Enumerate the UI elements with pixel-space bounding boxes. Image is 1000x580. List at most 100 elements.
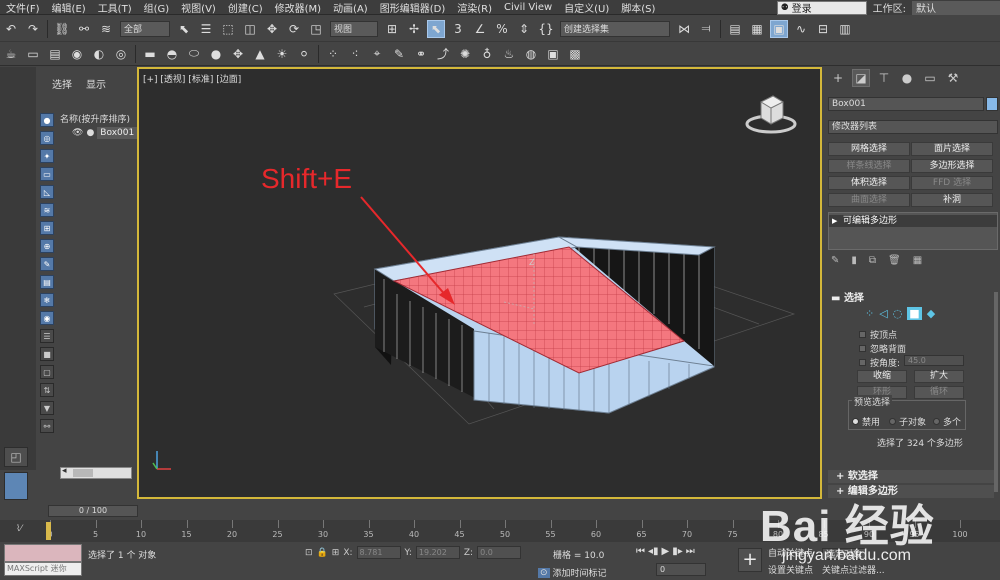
- motion-tab-icon[interactable]: ●: [898, 69, 916, 87]
- filter-groups-icon[interactable]: ⊞: [40, 221, 54, 235]
- menu-item[interactable]: 动画(A): [327, 0, 374, 15]
- viewport-label[interactable]: [+] [透视] [标准] [边面]: [143, 72, 241, 85]
- curve-editor-icon[interactable]: ∿: [792, 20, 810, 38]
- modifier-stack[interactable]: ▶ 可编辑多边形: [828, 212, 998, 250]
- filter-geometry-icon[interactable]: ●: [40, 113, 54, 127]
- scale-icon[interactable]: ◳: [307, 20, 325, 38]
- radio-subobject[interactable]: 子对象: [889, 415, 926, 428]
- hair-icon[interactable]: ♨: [500, 45, 518, 63]
- object-name-field[interactable]: Box001: [828, 97, 984, 111]
- play-icon[interactable]: ▶: [662, 546, 670, 557]
- expand-arrow-icon[interactable]: ▶: [832, 215, 837, 227]
- redo-icon[interactable]: ↷: [24, 20, 42, 38]
- filter-cameras-icon[interactable]: ▭: [40, 167, 54, 181]
- unlink-icon[interactable]: ⚯: [75, 20, 93, 38]
- edge-level-icon[interactable]: ◁: [879, 307, 887, 320]
- show-end-result-icon[interactable]: ▮: [851, 255, 857, 266]
- material-editor-icon[interactable]: ▥: [836, 20, 854, 38]
- filter-lights-icon[interactable]: ✦: [40, 149, 54, 163]
- rect-selection-icon[interactable]: ⬚: [219, 20, 237, 38]
- paint-icon[interactable]: ✎: [390, 45, 408, 63]
- bind-spacewarp-icon[interactable]: ≋: [97, 20, 115, 38]
- object-color-swatch[interactable]: [4, 472, 28, 500]
- display-page-icon[interactable]: ▢: [40, 365, 54, 379]
- time-slider[interactable]: 0 / 100: [48, 505, 138, 517]
- edit-named-sel-icon[interactable]: {}: [537, 20, 555, 38]
- shrink-button[interactable]: 收缩: [857, 370, 907, 383]
- vertex-level-icon[interactable]: ⁘: [865, 307, 874, 320]
- scroll-thumb[interactable]: [73, 469, 93, 477]
- filter-containers-icon[interactable]: ▤: [40, 275, 54, 289]
- link-chain-icon[interactable]: ⚯: [40, 419, 54, 433]
- filter-shapes-icon[interactable]: ◎: [40, 131, 54, 145]
- border-level-icon[interactable]: ◌: [893, 307, 903, 320]
- window-crossing-icon[interactable]: ◫: [241, 20, 259, 38]
- pin-stack-icon[interactable]: ✎: [831, 255, 839, 266]
- prev-frame-icon[interactable]: ◂▮: [648, 546, 659, 557]
- modifier-set-button[interactable]: FFD 选择: [911, 176, 993, 190]
- radio-multiple[interactable]: 多个: [933, 415, 961, 428]
- menu-item[interactable]: 编辑(E): [46, 0, 92, 15]
- object-color-button[interactable]: [986, 97, 998, 111]
- modifier-set-button[interactable]: 多边形选择: [911, 159, 993, 173]
- angle-spinner[interactable]: 45.0: [904, 355, 964, 366]
- add-time-tag[interactable]: ⊙ 添加时间标记: [538, 566, 607, 579]
- key-filters-button[interactable]: 关键点过滤器...: [822, 565, 885, 577]
- configure-sets-icon[interactable]: ▦: [913, 255, 922, 266]
- set-key-plus-button[interactable]: +: [738, 548, 762, 572]
- menu-item[interactable]: 视图(V): [175, 0, 222, 15]
- modifier-set-button[interactable]: 补洞: [911, 193, 993, 207]
- modifier-set-button[interactable]: 网格选择: [828, 142, 910, 156]
- menu-item[interactable]: 图形编辑器(D): [374, 0, 452, 15]
- ref-coord-select[interactable]: 视图: [330, 20, 378, 37]
- select-object-icon[interactable]: ⬉: [175, 20, 193, 38]
- workspace-select[interactable]: 默认: [912, 0, 1000, 15]
- lock-selection-icon[interactable]: ⊡: [305, 548, 313, 558]
- tab-display[interactable]: 显示: [86, 76, 106, 91]
- display-list-icon[interactable]: ☰: [40, 329, 54, 343]
- link-icon[interactable]: ⛓: [53, 20, 71, 38]
- chain-icon[interactable]: ⚭: [412, 45, 430, 63]
- box-icon[interactable]: ▣: [544, 45, 562, 63]
- scene-explorer-icon[interactable]: ▦: [748, 20, 766, 38]
- next-frame-icon[interactable]: ▮▸: [672, 546, 683, 557]
- modifier-set-button[interactable]: 体积选择: [828, 176, 910, 190]
- named-selection-select[interactable]: 创建选择集: [560, 20, 670, 37]
- mirror-icon[interactable]: ⋈: [675, 20, 693, 38]
- spinner-snap-icon[interactable]: ⇕: [515, 20, 533, 38]
- mini-curve-icon[interactable]: ⌇⁄: [16, 524, 22, 534]
- sun-icon[interactable]: ☀: [273, 45, 291, 63]
- render-frame-icon[interactable]: ▤: [46, 45, 64, 63]
- tripod-icon[interactable]: ⌖: [368, 45, 386, 63]
- relative-mode-icon[interactable]: ⊞: [332, 548, 340, 558]
- scroll-left-icon[interactable]: ◂: [62, 466, 67, 476]
- hemisphere-icon[interactable]: ◓: [163, 45, 181, 63]
- fire-icon[interactable]: ✺: [456, 45, 474, 63]
- sort-icon[interactable]: ⇅: [40, 383, 54, 397]
- freeze-dot-icon[interactable]: ●: [86, 128, 94, 138]
- go-end-icon[interactable]: ⏭: [686, 546, 695, 557]
- menu-item[interactable]: 渲染(R): [451, 0, 498, 15]
- radio-disable[interactable]: 禁用: [852, 415, 880, 428]
- menu-item[interactable]: Civil View: [498, 2, 558, 13]
- soft-selection-rollout[interactable]: + 软选择: [828, 470, 994, 483]
- camera-icon[interactable]: ◎: [112, 45, 130, 63]
- align-icon[interactable]: ⫤: [697, 20, 715, 38]
- globe-icon[interactable]: ◍: [522, 45, 540, 63]
- explorer-scrollbar[interactable]: ◂: [60, 466, 132, 479]
- angle-snap-icon[interactable]: ∠: [471, 20, 489, 38]
- select-by-name-icon[interactable]: ☰: [197, 20, 215, 38]
- render-setup-icon[interactable]: ▭: [24, 45, 42, 63]
- grid-points-icon[interactable]: ⁘: [324, 45, 342, 63]
- menu-item[interactable]: 自定义(U): [558, 0, 615, 15]
- lock-icon[interactable]: 🔒: [317, 548, 328, 558]
- snap-3-icon[interactable]: 3: [449, 20, 467, 38]
- menu-item[interactable]: 修改器(M): [269, 0, 327, 15]
- x-field[interactable]: 8.781: [356, 546, 401, 559]
- filter-spacewarps-icon[interactable]: ≋: [40, 203, 54, 217]
- maxscript-listener[interactable]: [4, 544, 82, 562]
- stack-item-editable-poly[interactable]: ▶ 可编辑多边形: [829, 215, 997, 227]
- modifier-set-button[interactable]: 面片选择: [911, 142, 993, 156]
- perspective-viewport[interactable]: Z [+] [透视] [标准] [边面] Shift+E: [137, 67, 822, 499]
- by-angle-checkbox[interactable]: 按角度:: [859, 356, 900, 369]
